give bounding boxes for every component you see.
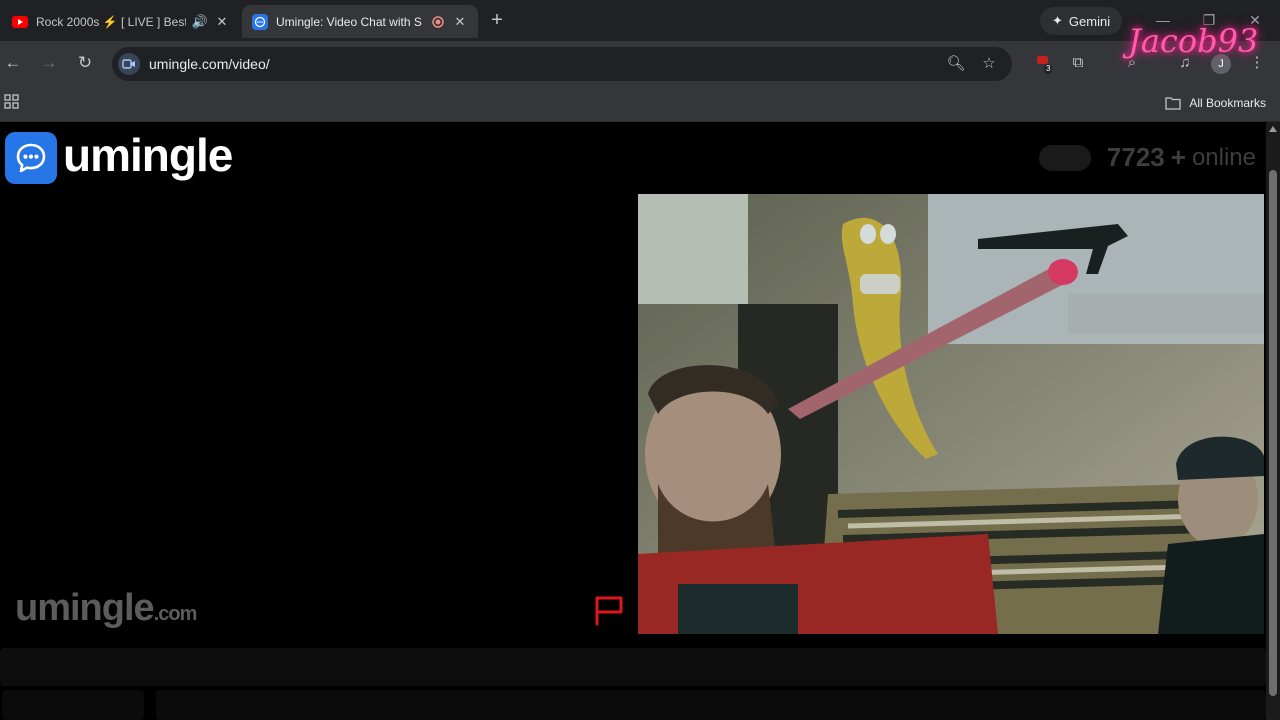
tab-rock-2000s[interactable]: Rock 2000s ⚡ [ LIVE ] Best 🔊 ✕ (2, 5, 240, 38)
tab-umingle[interactable]: Umingle: Video Chat with S ✕ (242, 5, 478, 38)
stranger-video-feed[interactable] (638, 194, 1264, 634)
forward-button[interactable]: → (37, 51, 61, 75)
bookmarks-bar: All Bookmarks (0, 86, 1280, 122)
tab-title: Rock 2000s ⚡ [ LIVE ] Best (36, 14, 186, 29)
gemini-button[interactable]: ✦ Gemini (1040, 7, 1123, 35)
sparkle-icon: ✦ (1052, 13, 1063, 28)
umingle-page: umingle 7723 + online umingle.com (0, 122, 1266, 720)
page-scrollbar[interactable] (1266, 122, 1280, 720)
scrollbar-thumb[interactable] (1269, 170, 1277, 696)
online-plus: + (1170, 142, 1186, 172)
site-info-icon[interactable] (118, 53, 140, 75)
all-bookmarks-label: All Bookmarks (1189, 96, 1266, 110)
video-frame (638, 194, 1264, 634)
message-box-area[interactable] (156, 690, 1266, 720)
umingle-watermark: umingle.com (15, 587, 198, 630)
back-button[interactable]: ← (1, 51, 25, 75)
umingle-logo-text[interactable]: umingle (63, 128, 233, 182)
online-counter: 7723 + online (1038, 142, 1256, 173)
recording-icon (430, 14, 446, 30)
all-bookmarks-button[interactable]: All Bookmarks (1165, 92, 1266, 114)
tab-title: Umingle: Video Chat with S (276, 14, 422, 29)
scroll-up-arrow-icon[interactable] (1269, 126, 1277, 132)
apps-grid-icon[interactable] (4, 94, 20, 110)
extension-badge: 3 (1044, 64, 1053, 74)
address-bar[interactable]: umingle.com/video/ 🔍︎ ☆ (112, 47, 1012, 81)
speaker-icon[interactable]: 🔊 (192, 14, 208, 30)
extension-icon[interactable]: 3 (1032, 52, 1054, 74)
watermark-suffix: .com (153, 603, 198, 625)
chat-input-area[interactable] (0, 648, 1266, 686)
url-text[interactable]: umingle.com/video/ (149, 56, 270, 72)
online-label: online (1191, 143, 1256, 171)
tab-strip: Rock 2000s ⚡ [ LIVE ] Best 🔊 ✕ Umingle: … (0, 0, 1280, 41)
streamer-name-overlay: Jacob93 (1128, 22, 1259, 60)
close-icon[interactable]: ✕ (214, 14, 230, 30)
reload-button[interactable]: ↻ (73, 51, 97, 75)
folder-icon (1165, 97, 1181, 110)
gemini-label: Gemini (1068, 13, 1111, 29)
browser-toolbar: ← → ↻ umingle.com/video/ 🔍︎ ☆ 3 ⧉ ⌕ ♫ J … (0, 41, 1280, 86)
online-toggle[interactable] (1038, 144, 1091, 171)
umingle-favicon-icon (252, 13, 268, 30)
report-flag-icon[interactable] (592, 594, 626, 626)
new-tab-button[interactable]: + (486, 10, 508, 32)
youtube-icon (12, 15, 28, 28)
bookmark-star-icon[interactable]: ☆ (979, 54, 999, 74)
online-count: 7723 (1106, 142, 1165, 172)
watermark-name: umingle (15, 587, 155, 629)
umingle-logo-icon[interactable] (5, 132, 57, 184)
close-icon[interactable]: ✕ (452, 14, 468, 30)
extensions-puzzle-icon[interactable]: ⧉ (1067, 52, 1089, 74)
zoom-icon[interactable]: 🔍︎ (946, 54, 966, 74)
stop-button-area[interactable] (2, 690, 144, 720)
